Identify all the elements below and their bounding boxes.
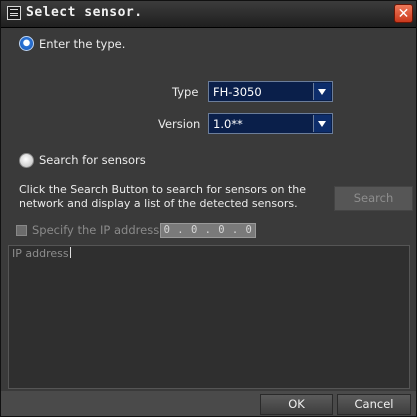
type-label: Type	[172, 85, 199, 99]
enter-type-radio[interactable]	[19, 36, 34, 51]
dialog-title: Select sensor.	[26, 5, 143, 20]
search-sensors-label: Search for sensors	[39, 153, 146, 167]
ok-button[interactable]: OK	[260, 394, 333, 415]
ip-address-input[interactable]: 0 . 0 . 0 . 0	[160, 223, 256, 238]
footer-bar: OK Cancel	[1, 391, 416, 416]
search-description: Click the Search Button to search for se…	[19, 183, 307, 210]
type-select[interactable]: FH-3050	[208, 81, 333, 102]
title-bar: Select sensor. ✕	[1, 1, 416, 28]
select-sensor-dialog: Select sensor. ✕ Enter the type. Type FH…	[0, 0, 417, 417]
chevron-down-icon[interactable]	[313, 83, 331, 100]
search-sensors-radio[interactable]	[19, 153, 34, 168]
specify-ip-label: Specify the IP address.	[32, 223, 163, 237]
enter-type-label: Enter the type.	[39, 37, 126, 51]
version-value: 1.0**	[213, 117, 243, 131]
ip-address-column-header[interactable]: IP address	[12, 247, 71, 260]
cancel-button[interactable]: Cancel	[337, 394, 411, 415]
version-select[interactable]: 1.0**	[208, 113, 333, 134]
version-label: Version	[158, 117, 201, 131]
close-button[interactable]: ✕	[394, 4, 413, 23]
sensor-list[interactable]: IP address	[8, 245, 410, 389]
column-divider	[69, 247, 71, 258]
chevron-down-icon[interactable]	[313, 115, 331, 132]
search-button[interactable]: Search	[334, 186, 413, 211]
type-value: FH-3050	[213, 85, 262, 99]
app-icon	[7, 6, 21, 20]
specify-ip-checkbox[interactable]	[16, 225, 27, 236]
